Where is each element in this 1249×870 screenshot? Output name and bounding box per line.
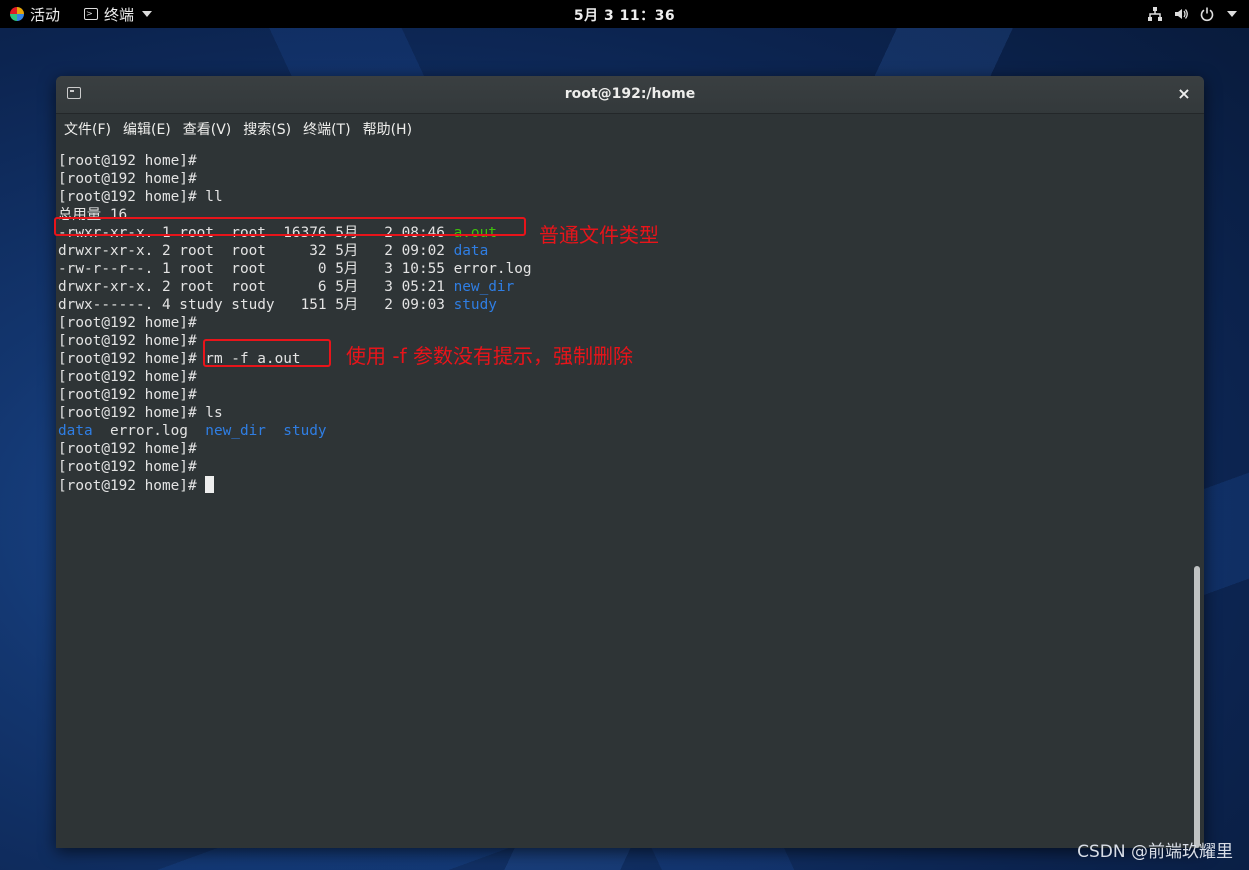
terminal-text: drwx------. 4 study study 151 5月 2 09:03 [58, 297, 454, 313]
terminal-line: drwxr-xr-x. 2 root root 6 5月 3 05:21 new… [58, 278, 514, 296]
network-icon[interactable] [1147, 5, 1163, 23]
top-bar: 活动 > 终端 5月 3 11：36 [0, 0, 1249, 28]
menu-bar: 文件(F) 编辑(E) 查看(V) 搜索(S) 终端(T) 帮助(H) [56, 114, 1204, 144]
scrollbar-thumb[interactable] [1194, 566, 1200, 848]
terminal-text: drwxr-xr-x. 2 root root 6 5月 3 05:21 [58, 279, 454, 295]
title-bar[interactable]: root@192:/home × [56, 76, 1204, 114]
terminal-line: drwxr-xr-x. 2 root root 32 5月 2 09:02 da… [58, 242, 488, 260]
terminal-text: new_dir [205, 423, 266, 439]
menu-edit[interactable]: 编辑(E) [117, 119, 177, 139]
terminal-text: new_dir [453, 279, 515, 295]
terminal-line: [root@192 home]# [58, 314, 197, 332]
terminal-line: [root@192 home]# [58, 170, 197, 188]
terminal-text: study [283, 423, 327, 439]
clock[interactable]: 5月 3 11：36 [0, 5, 1249, 25]
terminal-line: drwx------. 4 study study 151 5月 2 09:03… [58, 296, 497, 314]
terminal-line: [root@192 home]# [58, 152, 197, 170]
terminal-text: [root@192 home]# ll [58, 189, 223, 205]
system-tray[interactable] [1147, 4, 1237, 24]
watermark: CSDN @前端玖耀里 [1077, 842, 1233, 862]
close-button[interactable]: × [1174, 84, 1194, 104]
menu-terminal[interactable]: 终端(T) [297, 119, 356, 139]
terminal-text: [root@192 home]# ls [58, 405, 223, 421]
terminal-line: [root@192 home]# ll [58, 188, 223, 206]
terminal-text: [root@192 home]# [58, 387, 197, 403]
terminal-text: [root@192 home]# [58, 369, 197, 385]
terminal-line: [root@192 home]# [58, 458, 197, 476]
terminal-line: [root@192 home]# ls [58, 404, 223, 422]
chevron-down-icon[interactable] [1227, 11, 1237, 17]
menu-search[interactable]: 搜索(S) [237, 119, 297, 139]
terminal-text: -rw-r--r--. 1 root root 0 5月 3 10:55 err… [58, 261, 532, 277]
terminal-text: [root@192 home]# [58, 459, 197, 475]
terminal-text: [root@192 home]# [58, 171, 197, 187]
menu-help[interactable]: 帮助(H) [357, 119, 418, 139]
terminal-line: [root@192 home]# [58, 332, 197, 350]
terminal-line: [root@192 home]# [58, 386, 197, 404]
terminal-text: [root@192 home]# [58, 315, 197, 331]
terminal-text: drwxr-xr-x. 2 root root 32 5月 2 09:02 [58, 243, 454, 259]
power-icon[interactable] [1199, 5, 1215, 23]
terminal-text: study [453, 297, 497, 313]
terminal-window: root@192:/home × 文件(F) 编辑(E) 查看(V) 搜索(S)… [56, 76, 1204, 848]
annotation-file-type: 普通文件类型 [539, 223, 659, 247]
terminal-text: [root@192 home]# [58, 441, 197, 457]
menu-file[interactable]: 文件(F) [58, 119, 117, 139]
terminal-text: [root@192 home]# [58, 333, 197, 349]
terminal-text: error.log [92, 423, 206, 439]
terminal-line: [root@192 home]# [58, 368, 197, 386]
terminal-line: [root@192 home]# [58, 440, 197, 458]
terminal-output[interactable]: [root@192 home]# [root@192 home]# [root@19… [56, 144, 1190, 848]
scrollbar[interactable] [1190, 144, 1204, 848]
annotation-force-remove: 使用 -f 参数没有提示，强制删除 [346, 344, 633, 368]
annotation-box-file-line [54, 217, 526, 236]
volume-icon[interactable] [1173, 5, 1189, 23]
annotation-box-rm-command [203, 339, 331, 367]
terminal-line: data error.log new_dir study [58, 422, 327, 440]
terminal-text: [root@192 home]# [58, 153, 197, 169]
terminal-text: data [453, 243, 489, 259]
terminal-line: -rw-r--r--. 1 root root 0 5月 3 10:55 err… [58, 260, 532, 278]
terminal-line: [root@192 home]# [58, 476, 215, 494]
text-cursor [205, 476, 215, 493]
menu-view[interactable]: 查看(V) [177, 119, 238, 139]
terminal-text: [root@192 home]# [58, 478, 206, 494]
terminal-text: data [58, 423, 93, 439]
window-title: root@192:/home [564, 86, 696, 102]
